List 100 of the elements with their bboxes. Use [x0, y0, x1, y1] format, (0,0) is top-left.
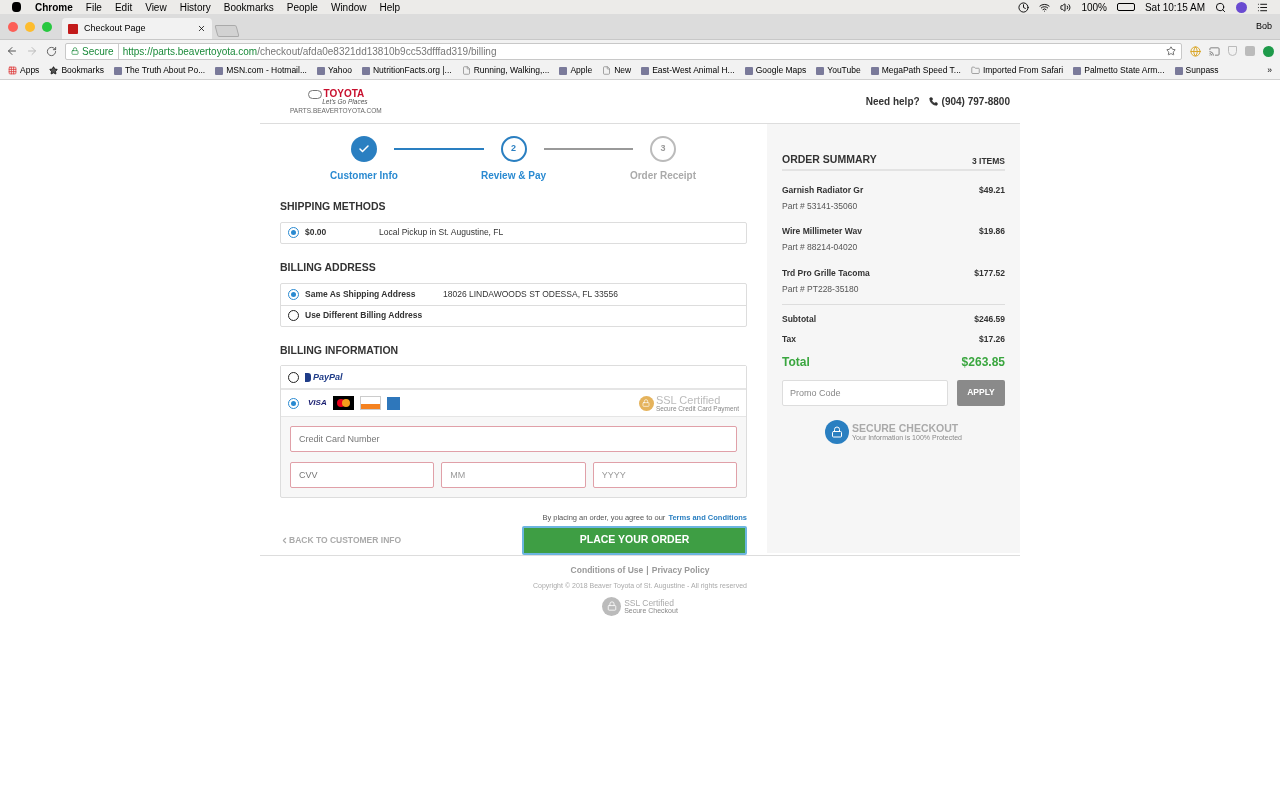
step-label: Customer Info	[330, 169, 398, 183]
shipping-option[interactable]: $0.00 Local Pickup in St. Augustine, FL	[281, 222, 746, 243]
part-number: Part # 88214-04020	[782, 241, 859, 254]
site-favicon	[641, 66, 650, 75]
card-number-field[interactable]: Credit Card Number	[290, 426, 737, 453]
menu-item[interactable]: Help	[379, 0, 401, 15]
update-icon[interactable]	[1263, 45, 1274, 57]
part-number: Part # 53141-35060	[782, 199, 859, 213]
summary-title: ORDER SUMMARY	[782, 152, 877, 167]
wifi-icon[interactable]	[1039, 1, 1051, 13]
total-value: $246.59	[974, 313, 1005, 326]
bookmark-link[interactable]: New	[614, 64, 632, 77]
logo-brand: TOYOTA	[323, 89, 365, 99]
section-heading: SHIPPING METHODS	[280, 199, 387, 214]
year-field[interactable]: YYYY	[592, 462, 737, 489]
menu-item[interactable]: Chrome	[35, 0, 73, 15]
phone-icon	[928, 97, 938, 106]
site-favicon	[1174, 66, 1183, 75]
bookmark-link[interactable]: Apps	[20, 64, 40, 77]
item-name: Trd Pro Grille Tacoma	[782, 266, 870, 280]
lock-icon	[71, 47, 79, 55]
battery-percent: 100%	[1081, 0, 1107, 15]
cvv-field[interactable]: CVV	[290, 462, 435, 489]
more-bookmarks[interactable]: »	[1267, 64, 1272, 77]
menu-item[interactable]: Bookmarks	[223, 0, 274, 15]
address-option[interactable]: Use Different Billing Address	[281, 304, 746, 326]
reload-icon[interactable]	[46, 45, 57, 57]
shipping-price: $0.00	[305, 226, 328, 240]
bookmark-link[interactable]: The Truth About Po...	[124, 64, 206, 77]
part-number: Part # PT228-35180	[782, 282, 860, 296]
page-icon	[461, 66, 471, 75]
browser-tab[interactable]: Checkout Page	[62, 18, 212, 39]
phone-number[interactable]: (904) 797-8800	[941, 94, 1010, 109]
site-favicon	[215, 66, 224, 75]
menu-item[interactable]: History	[179, 0, 211, 15]
bookmark-link[interactable]: MegaPath Speed T...	[881, 64, 961, 77]
menu-item[interactable]: File	[85, 0, 102, 15]
total-value: $263.85	[961, 353, 1005, 371]
month-field[interactable]: MM	[441, 462, 586, 489]
bookmark-link[interactable]: Yahoo	[328, 64, 352, 77]
close-window-icon[interactable]	[8, 21, 18, 32]
section-heading: BILLING ADDRESS	[280, 259, 377, 275]
payment-option[interactable]: PayPal	[281, 366, 746, 390]
total-label: Tax	[782, 333, 797, 346]
volume-icon[interactable]	[1060, 1, 1072, 13]
apps-grid-icon	[8, 66, 17, 75]
bookmark-link[interactable]: NutritionFacts.org |...	[372, 64, 452, 77]
bookmark-link[interactable]: Apple	[570, 64, 593, 77]
bookmark-link[interactable]: MSN.com - Hotmail...	[226, 64, 307, 77]
bookmark-star-icon[interactable]	[1166, 46, 1176, 56]
bookmark-link[interactable]: Sunpass	[1185, 64, 1219, 77]
site-favicon	[744, 66, 753, 75]
cast-icon[interactable]	[1209, 45, 1220, 57]
total-label: Total	[782, 353, 810, 371]
option-label: Same As Shipping Address	[305, 287, 417, 301]
secure-label: Secure	[82, 43, 119, 59]
option-label: Use Different Billing Address	[305, 309, 424, 322]
bookmark-link[interactable]: Palmetto State Arm...	[1084, 64, 1165, 77]
bookmark-link[interactable]: Imported From Safari	[982, 64, 1064, 77]
page-icon	[602, 66, 612, 75]
padlock-badge-icon	[602, 596, 622, 616]
search-icon[interactable]	[1215, 1, 1226, 13]
total-label: Subtotal	[782, 313, 816, 326]
bookmark-link[interactable]: YouTube	[827, 64, 861, 77]
discover-card-icon	[359, 396, 381, 411]
bookmark-link[interactable]: Bookmarks	[61, 64, 104, 77]
close-tab-icon[interactable]	[197, 24, 206, 33]
address-field[interactable]: Secure https://parts.beavertoyota.com/checkout/afda0e8321dd13810b9cc53dfffad319/billing	[65, 42, 1182, 60]
item-price: $19.86	[979, 225, 1005, 239]
profile-name[interactable]: Bob	[1256, 19, 1272, 34]
site-favicon	[361, 66, 370, 75]
siri-icon[interactable]	[1236, 1, 1247, 13]
back-icon[interactable]	[6, 45, 18, 57]
star-icon	[49, 66, 59, 75]
item-price: $177.52	[974, 266, 1005, 280]
shipping-label: Local Pickup in St. Augustine, FL	[379, 226, 504, 240]
url-text: https://parts.beavertoyota.com/checkout/afda0e8321dd13810b9cc53dfffad319/billing	[122, 44, 497, 59]
menu-item[interactable]: View	[145, 0, 167, 15]
site-favicon	[68, 23, 78, 34]
menu-item[interactable]: Window	[330, 0, 367, 15]
paypal-logo-text: PayPal	[313, 370, 343, 384]
address-option[interactable]: Same As Shipping Address 18026 LINDAWOODS ST ODESSA, FL 33556	[281, 283, 746, 305]
bookmark-link[interactable]: Google Maps	[755, 64, 807, 77]
site-favicon	[317, 66, 325, 75]
mastercard-logo-icon	[332, 396, 354, 411]
time-machine-icon[interactable]	[1018, 1, 1030, 13]
promo-code-field[interactable]: Promo Code	[782, 379, 948, 406]
check-icon	[358, 143, 370, 155]
site-favicon	[113, 66, 122, 75]
battery-icon[interactable]	[1116, 3, 1135, 11]
address-text: 18026 LINDAWOODS ST ODESSA, FL 33556	[443, 287, 618, 301]
site-favicon	[1073, 66, 1082, 75]
menu-item[interactable]: People	[286, 0, 318, 15]
menu-item[interactable]: Edit	[114, 0, 133, 15]
menu-clock[interactable]: Sat 10:15 AM	[1144, 0, 1205, 15]
bookmark-link[interactable]: East-West Animal H...	[652, 64, 735, 77]
ssl-title: SSL Certified	[624, 598, 675, 607]
site-favicon	[870, 66, 879, 75]
bookmark-link[interactable]: Running, Walking,...	[473, 64, 550, 77]
notification-list-icon[interactable]	[1257, 1, 1268, 13]
